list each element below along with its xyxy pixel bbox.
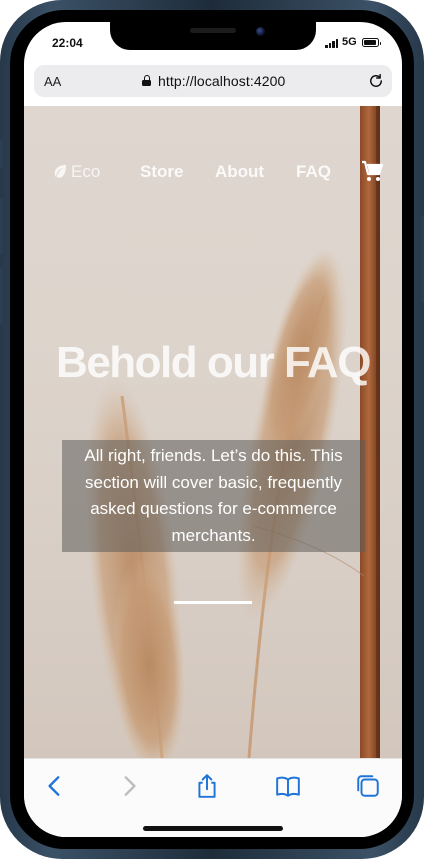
brand-logo[interactable]: Eco (52, 162, 100, 182)
tabs-icon[interactable] (355, 773, 381, 799)
url-text[interactable]: http://localhost:4200 (158, 73, 285, 89)
phone-frame: 22:04 5G AA http://localhost:4200 Eco St… (0, 0, 424, 859)
lock-icon (142, 75, 151, 86)
nav-link-store[interactable]: Store (140, 162, 183, 182)
notch (110, 22, 316, 50)
screen: 22:04 5G AA http://localhost:4200 Eco St… (24, 22, 402, 837)
pampas-grass-photo (85, 106, 380, 758)
back-icon[interactable] (42, 773, 68, 799)
hero-section: Eco Store About FAQ Behold our FAQ All r… (24, 106, 402, 758)
nav-link-faq[interactable]: FAQ (296, 162, 331, 182)
forward-icon[interactable] (116, 773, 142, 799)
text-size-button[interactable]: AA (44, 74, 61, 89)
intro-box: All right, friends. Let’s do this. This … (62, 440, 365, 552)
browser-toolbar (24, 758, 402, 837)
mute-switch (0, 140, 3, 168)
home-indicator[interactable] (143, 826, 283, 831)
speaker-grille (190, 28, 236, 33)
section-divider (174, 601, 252, 604)
bookmarks-icon[interactable] (275, 773, 301, 799)
camera-lens (256, 27, 265, 36)
share-icon[interactable] (194, 773, 220, 799)
nav-link-about[interactable]: About (215, 162, 264, 182)
address-bar[interactable]: AA http://localhost:4200 (34, 65, 392, 97)
intro-text: All right, friends. Let’s do this. This … (84, 446, 343, 545)
network-type: 5G (342, 36, 357, 48)
battery-icon (362, 38, 381, 47)
cart-icon[interactable] (360, 159, 384, 183)
leaf-icon (54, 165, 66, 178)
page-title: Behold our FAQ (56, 338, 371, 387)
status-time: 22:04 (52, 36, 83, 50)
volume-down-button (0, 268, 3, 324)
volume-up-button (0, 198, 3, 254)
brand-name: Eco (71, 162, 101, 181)
reload-icon[interactable] (367, 72, 385, 90)
top-nav: Eco Store About FAQ (24, 159, 402, 190)
signal-icon (325, 39, 339, 48)
